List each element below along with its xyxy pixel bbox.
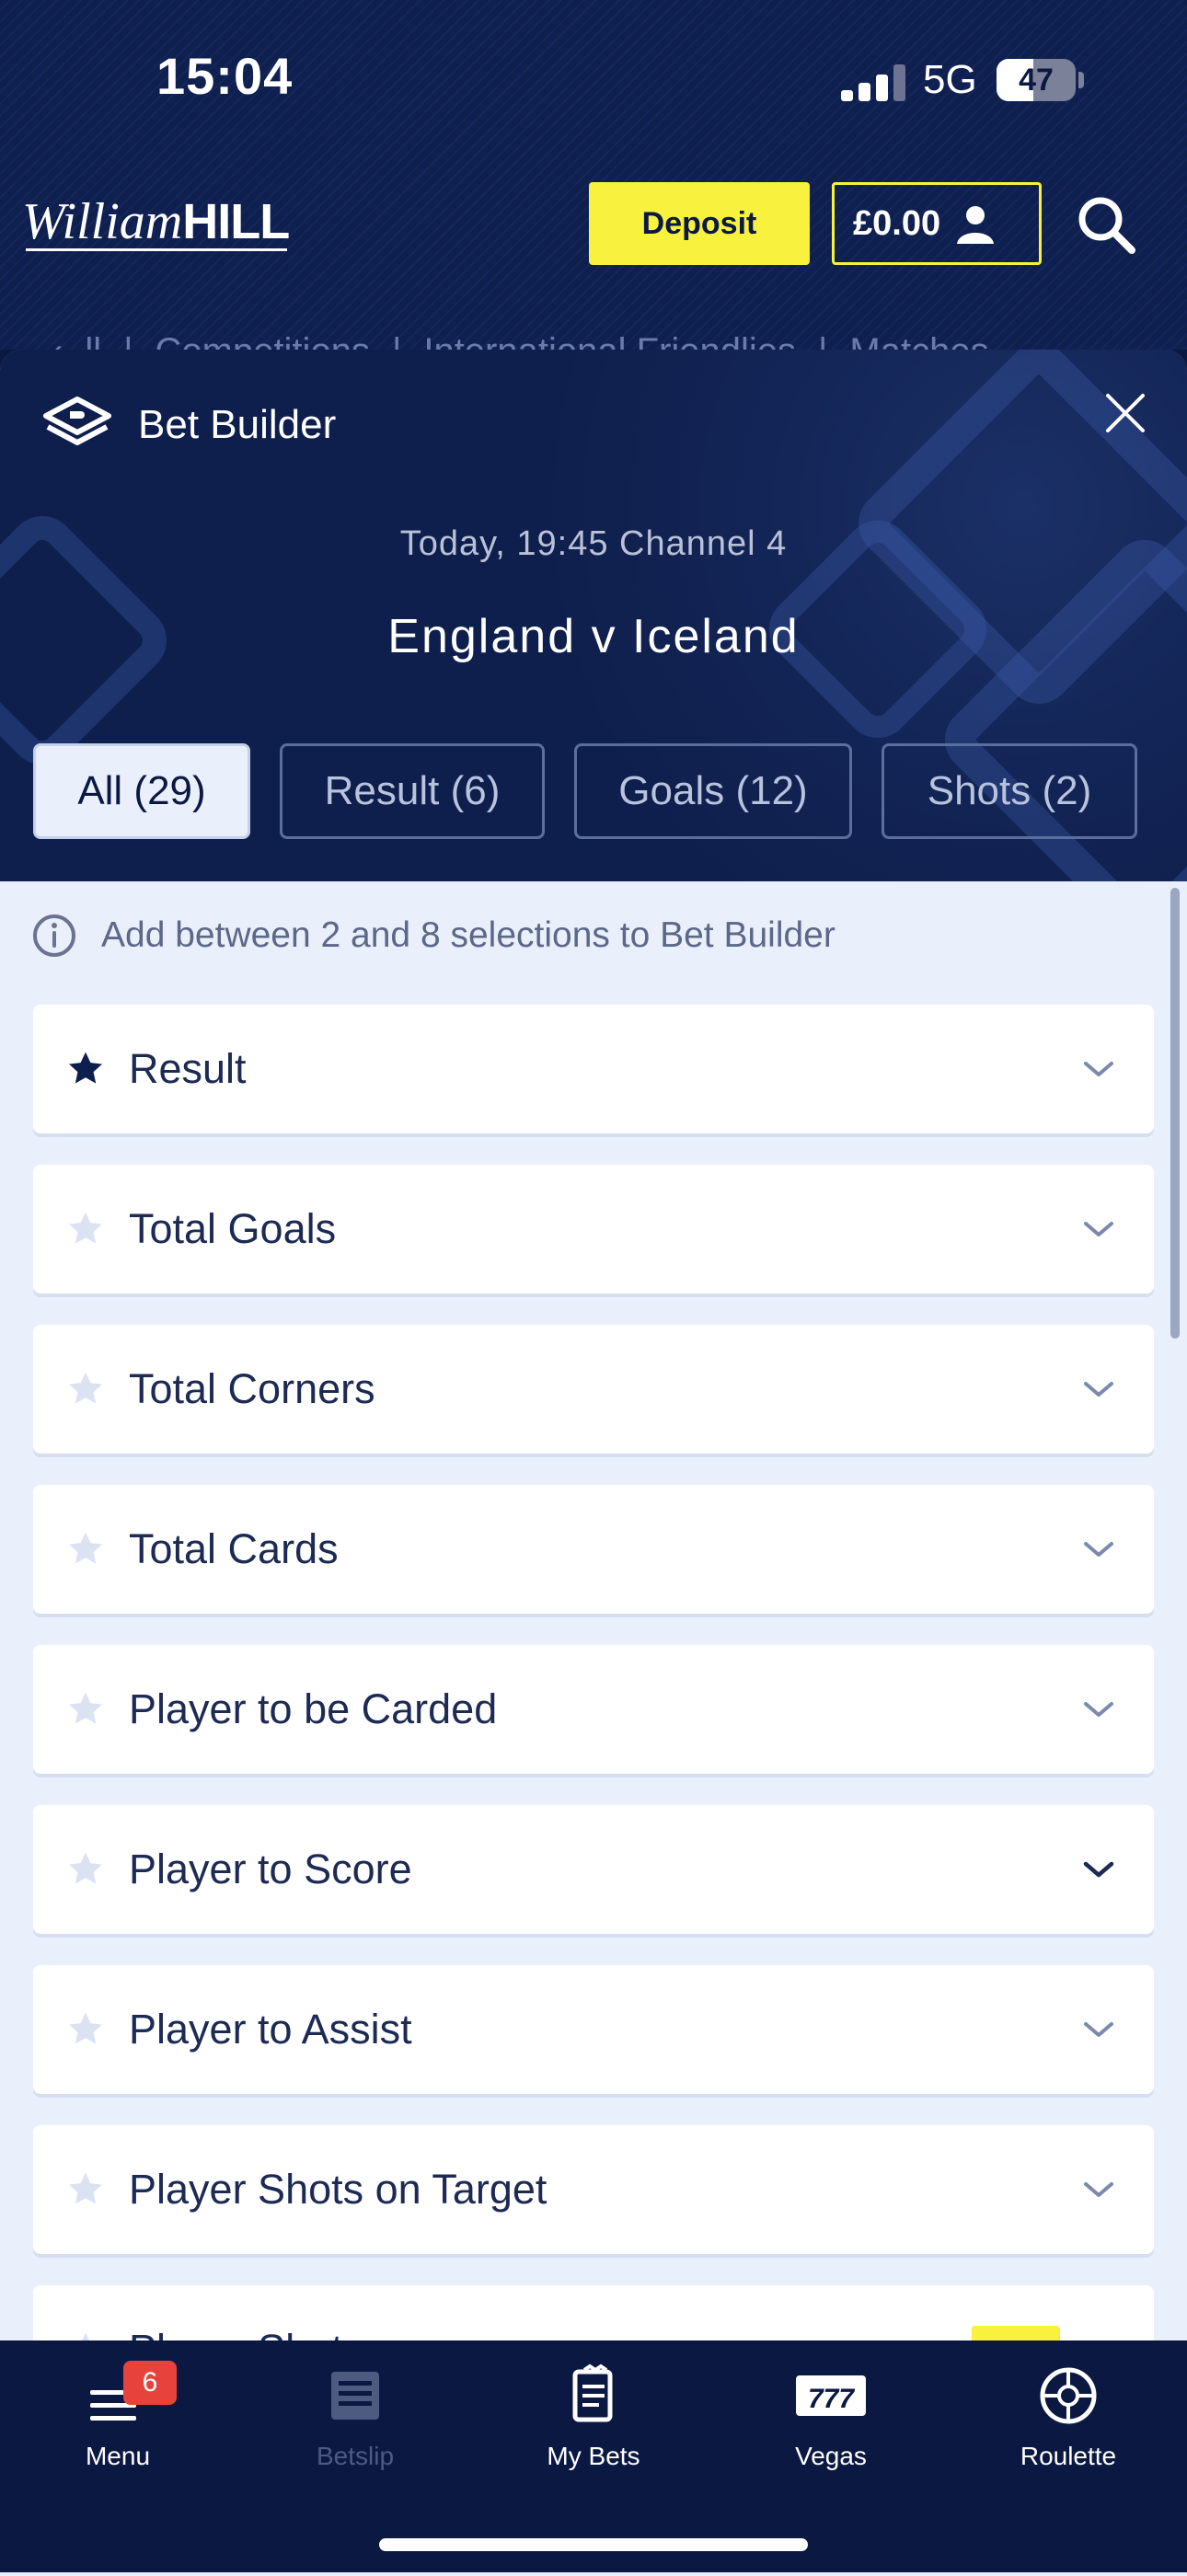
network-type: 5G: [923, 57, 977, 102]
tab-goals[interactable]: Goals (12): [574, 743, 852, 839]
breadcrumb-back[interactable]: ‹: [51, 331, 63, 350]
breadcrumb-item[interactable]: International Friendlies: [423, 331, 796, 350]
market-row-result[interactable]: Result: [33, 1005, 1154, 1133]
selection-info-text: Add between 2 and 8 selections to Bet Bu…: [101, 915, 836, 955]
favourite-star-icon[interactable]: [66, 1530, 105, 1569]
chevron-down-icon: [1084, 1062, 1113, 1076]
nav-label: My Bets: [547, 2442, 640, 2470]
logo-bold: HILL: [182, 194, 290, 249]
favourite-star-icon[interactable]: [66, 1050, 105, 1088]
bet-builder-icon: [43, 397, 111, 445]
market-label: Player to Assist: [129, 2006, 412, 2053]
scrollbar[interactable]: [1170, 888, 1180, 1339]
nav-betslip[interactable]: Betslip: [263, 2363, 447, 2471]
breadcrumb-separator: |: [392, 331, 401, 350]
chevron-down-icon: [1084, 1702, 1113, 1717]
menu-notification-badge: 6: [123, 2361, 177, 2405]
nav-label: Menu: [85, 2442, 151, 2470]
vegas-777-icon: 777: [796, 2375, 866, 2416]
nav-label: Vegas: [795, 2442, 867, 2470]
nav-label: Roulette: [1020, 2442, 1117, 2470]
chevron-down-icon: [1084, 2022, 1113, 2037]
close-icon[interactable]: [1101, 388, 1150, 438]
bet-builder-title-row: Bet Builder: [42, 396, 336, 454]
chevron-down-icon: [1084, 2182, 1113, 2197]
nav-my-bets[interactable]: My Bets: [501, 2363, 686, 2471]
nav-menu[interactable]: 6 Menu: [26, 2361, 210, 2471]
chevron-down-icon: [1084, 1542, 1113, 1557]
logo-underline: [26, 248, 287, 251]
balance-amount: £0.00: [853, 203, 941, 243]
breadcrumb-separator: |: [818, 331, 827, 350]
bet-builder-panel: Bet Builder Today, 19:45 Channel 4 Engla…: [0, 350, 1187, 2576]
breadcrumb-item[interactable]: ll: [85, 331, 101, 350]
user-icon: [957, 206, 995, 244]
market-row-player-to-be-carded[interactable]: Player to be Carded: [33, 1645, 1154, 1774]
market-row-total-goals[interactable]: Total Goals: [33, 1165, 1154, 1294]
favourite-star-icon[interactable]: [66, 2170, 105, 2209]
market-label: Total Cards: [129, 1525, 339, 1572]
favourite-star-icon[interactable]: [66, 1210, 105, 1248]
market-row-total-cards[interactable]: Total Cards: [33, 1485, 1154, 1614]
deposit-button[interactable]: Deposit: [589, 182, 810, 265]
signal-icon: [841, 64, 905, 101]
market-label: Total Goals: [129, 1205, 337, 1252]
breadcrumb-item[interactable]: Matches: [849, 331, 988, 350]
logo-script: William: [22, 193, 183, 250]
my-bets-icon: [572, 2363, 613, 2422]
betslip-icon: [331, 2372, 379, 2420]
chevron-down-icon: [1084, 1382, 1113, 1397]
bet-builder-header: Bet Builder Today, 19:45 Channel 4 Engla…: [0, 350, 1187, 881]
nav-label: Betslip: [316, 2442, 395, 2470]
bet-builder-title: Bet Builder: [138, 402, 337, 447]
favourite-star-icon[interactable]: [66, 1690, 105, 1729]
tab-shots[interactable]: Shots (2): [882, 743, 1137, 839]
battery-nub: [1078, 72, 1084, 88]
tab-result[interactable]: Result (6): [280, 743, 545, 839]
nav-vegas[interactable]: 777 Vegas: [739, 2363, 923, 2471]
favourite-star-icon[interactable]: [66, 1370, 105, 1409]
chevron-down-icon: [1084, 1222, 1113, 1236]
breadcrumb-separator: |: [123, 331, 133, 350]
tab-all[interactable]: All (29): [33, 743, 250, 839]
selection-info: Add between 2 and 8 selections to Bet Bu…: [31, 913, 836, 959]
search-icon[interactable]: [1075, 193, 1137, 256]
chevron-down-icon: [1083, 1861, 1114, 1878]
breadcrumb: ‹ ll | Competitions | International Frie…: [0, 283, 1187, 350]
william-hill-logo[interactable]: William HILL: [22, 190, 290, 254]
roulette-icon: [1040, 2367, 1097, 2424]
match-title: England v Iceland: [387, 610, 800, 663]
svg-text:777: 777: [808, 2384, 855, 2414]
market-label: Player to be Carded: [129, 1685, 498, 1732]
favourite-star-icon[interactable]: [66, 2010, 105, 2049]
nav-roulette[interactable]: Roulette: [976, 2363, 1160, 2471]
market-row-player-shots-on-target[interactable]: Player Shots on Target: [33, 2125, 1154, 2254]
market-label: Player Shots on Target: [129, 2166, 547, 2213]
status-time: 15:04: [156, 47, 294, 105]
market-row-player-to-assist[interactable]: Player to Assist: [33, 1965, 1154, 2094]
match-time: Today, 19:45 Channel 4: [399, 524, 788, 563]
breadcrumb-item[interactable]: Competitions: [156, 331, 370, 350]
battery-percentage: 47: [1019, 63, 1054, 98]
favourite-star-icon[interactable]: [66, 1850, 105, 1889]
market-label: Player to Score: [129, 1846, 412, 1892]
market-filter-tabs: All (29) Result (6) Goals (12) Shots (2): [33, 743, 1137, 839]
market-row-player-to-score[interactable]: Player to Score: [33, 1805, 1154, 1934]
market-label: Result: [129, 1045, 247, 1092]
account-balance-button[interactable]: £0.00: [832, 182, 1042, 265]
market-row-total-corners[interactable]: Total Corners: [33, 1325, 1154, 1454]
battery-icon: 47: [997, 59, 1076, 101]
info-icon: [33, 914, 75, 957]
market-label: Total Corners: [129, 1365, 375, 1412]
home-indicator[interactable]: [379, 2538, 808, 2551]
